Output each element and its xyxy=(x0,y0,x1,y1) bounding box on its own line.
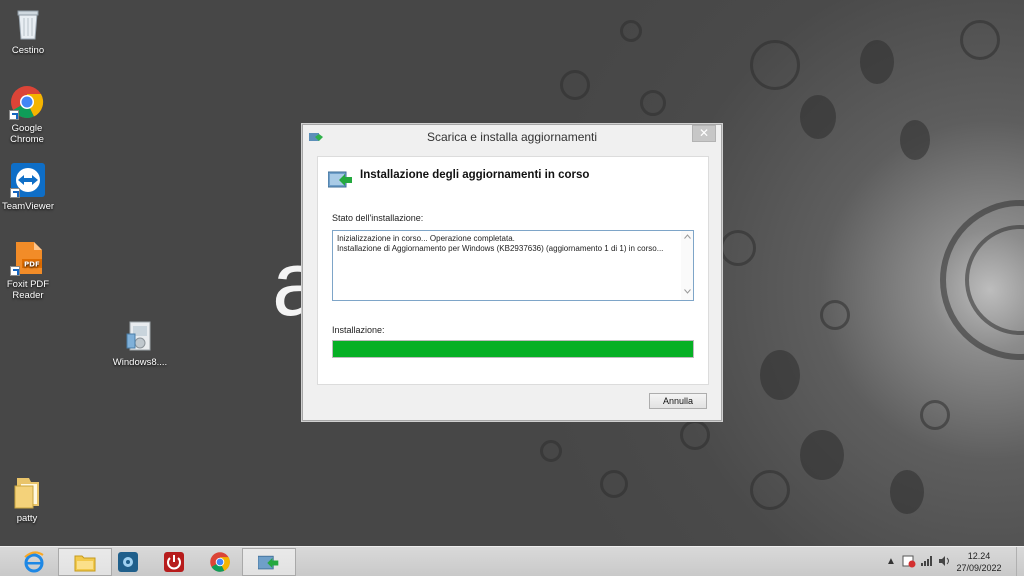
cancel-button[interactable]: Annulla xyxy=(649,393,707,409)
clock-date: 27/09/2022 xyxy=(956,563,1002,573)
status-line: Installazione di Aggiornamento per Windo… xyxy=(337,244,664,253)
shortcut-arrow-icon xyxy=(10,188,20,198)
scroll-down-icon[interactable] xyxy=(684,289,691,295)
control-panel-icon xyxy=(117,551,139,573)
desktop-icon-patty-folder[interactable]: patty xyxy=(0,474,59,524)
taskbar: ▲ 12.24 27/09/2022 xyxy=(0,546,1024,576)
wallpaper-ornament xyxy=(560,70,590,100)
installer-icon xyxy=(122,318,158,354)
wallpaper-ornament xyxy=(890,470,924,514)
chrome-icon xyxy=(209,551,231,573)
wallpaper-ornament xyxy=(720,230,756,266)
shortcut-arrow-icon xyxy=(10,266,20,276)
shutdown-icon xyxy=(163,551,185,573)
show-desktop-button[interactable] xyxy=(1016,547,1024,576)
folder-icon xyxy=(9,474,45,510)
status-log-text: Inizializzazione in corso... Operazione … xyxy=(337,234,677,254)
network-signal-icon[interactable] xyxy=(920,555,934,570)
dialog-title: Scarica e installa aggiornamenti xyxy=(426,130,598,144)
desktop: a Cestino Google Chrome TeamViewer PDF F… xyxy=(0,0,1024,546)
file-explorer-icon xyxy=(74,552,96,574)
wallpaper-ornament xyxy=(750,40,800,90)
dialog-titlebar[interactable]: Scarica e installa aggiornamenti ✕ xyxy=(303,125,721,147)
install-progress-fill xyxy=(333,341,693,357)
progress-label: Installazione: xyxy=(332,325,385,335)
show-hidden-icons-icon[interactable]: ▲ xyxy=(886,556,896,567)
shortcut-arrow-icon xyxy=(9,110,19,120)
scroll-up-icon[interactable] xyxy=(684,234,691,240)
wallpaper-ornament xyxy=(620,20,642,42)
taskbar-internet-explorer[interactable] xyxy=(8,548,62,576)
recycle-bin-icon xyxy=(10,6,46,42)
desktop-icon-label: TeamViewer xyxy=(1,201,55,212)
wallpaper-ornament xyxy=(900,120,930,160)
taskbar-windows-update[interactable] xyxy=(242,548,296,576)
wallpaper-ornament xyxy=(640,90,666,116)
desktop-icon-recycle-bin[interactable]: Cestino xyxy=(0,6,60,56)
wallpaper-ornament xyxy=(600,470,628,498)
wallpaper-ornament xyxy=(960,20,1000,60)
close-button[interactable]: ✕ xyxy=(692,125,716,142)
system-tray: ▲ 12.24 27/09/2022 xyxy=(864,547,1024,576)
internet-explorer-icon xyxy=(23,551,45,573)
dialog-heading: Installazione degli aggiornamenti in cor… xyxy=(360,169,590,181)
wallpaper-ornament xyxy=(540,440,562,462)
desktop-icon-label: Google Chrome xyxy=(10,123,44,145)
chrome-icon xyxy=(9,84,45,120)
clock-time: 12.24 xyxy=(967,551,991,561)
status-label: Stato dell'installazione: xyxy=(332,213,424,223)
foxit-pdf-icon: PDF xyxy=(10,240,46,276)
wallpaper-ornament xyxy=(800,430,844,480)
windows-update-icon xyxy=(257,552,280,574)
desktop-icon-label: Windows8.... xyxy=(112,357,168,368)
desktop-icon-label: Foxit PDF Reader xyxy=(6,279,50,301)
update-install-dialog: Scarica e installa aggiornamenti ✕ Insta… xyxy=(302,124,722,421)
desktop-icon-windows8-installer[interactable]: Windows8.... xyxy=(108,318,172,368)
status-log-scrollbar[interactable] xyxy=(681,231,693,300)
status-log-textbox[interactable]: Inizializzazione in corso... Operazione … xyxy=(332,230,694,301)
desktop-icon-label: patty xyxy=(16,513,38,524)
wallpaper-ornament xyxy=(820,300,850,330)
action-center-icon[interactable] xyxy=(902,554,916,571)
teamviewer-icon xyxy=(10,162,46,198)
wallpaper-ornament xyxy=(760,350,800,400)
wallpaper-ornament xyxy=(680,420,710,450)
windows-update-icon xyxy=(327,169,354,191)
wallpaper-ornament xyxy=(860,40,894,84)
volume-icon[interactable] xyxy=(938,555,952,570)
taskbar-clock[interactable]: 12.24 27/09/2022 xyxy=(954,550,1004,574)
desktop-icon-foxit-pdf-reader[interactable]: PDF Foxit PDF Reader xyxy=(0,240,60,301)
taskbar-chrome[interactable] xyxy=(194,548,248,576)
install-progress-bar xyxy=(332,340,694,358)
dialog-content-panel: Installazione degli aggiornamenti in cor… xyxy=(317,156,709,385)
wallpaper-ornament xyxy=(750,470,790,510)
wallpaper-ornament xyxy=(800,95,836,139)
desktop-icon-chrome[interactable]: Google Chrome xyxy=(0,84,59,145)
svg-text:PDF: PDF xyxy=(24,261,40,269)
status-line: Inizializzazione in corso... Operazione … xyxy=(337,234,515,243)
desktop-icon-teamviewer[interactable]: TeamViewer xyxy=(0,162,60,212)
desktop-icon-label: Cestino xyxy=(11,45,45,56)
wallpaper-ornament xyxy=(920,400,950,430)
